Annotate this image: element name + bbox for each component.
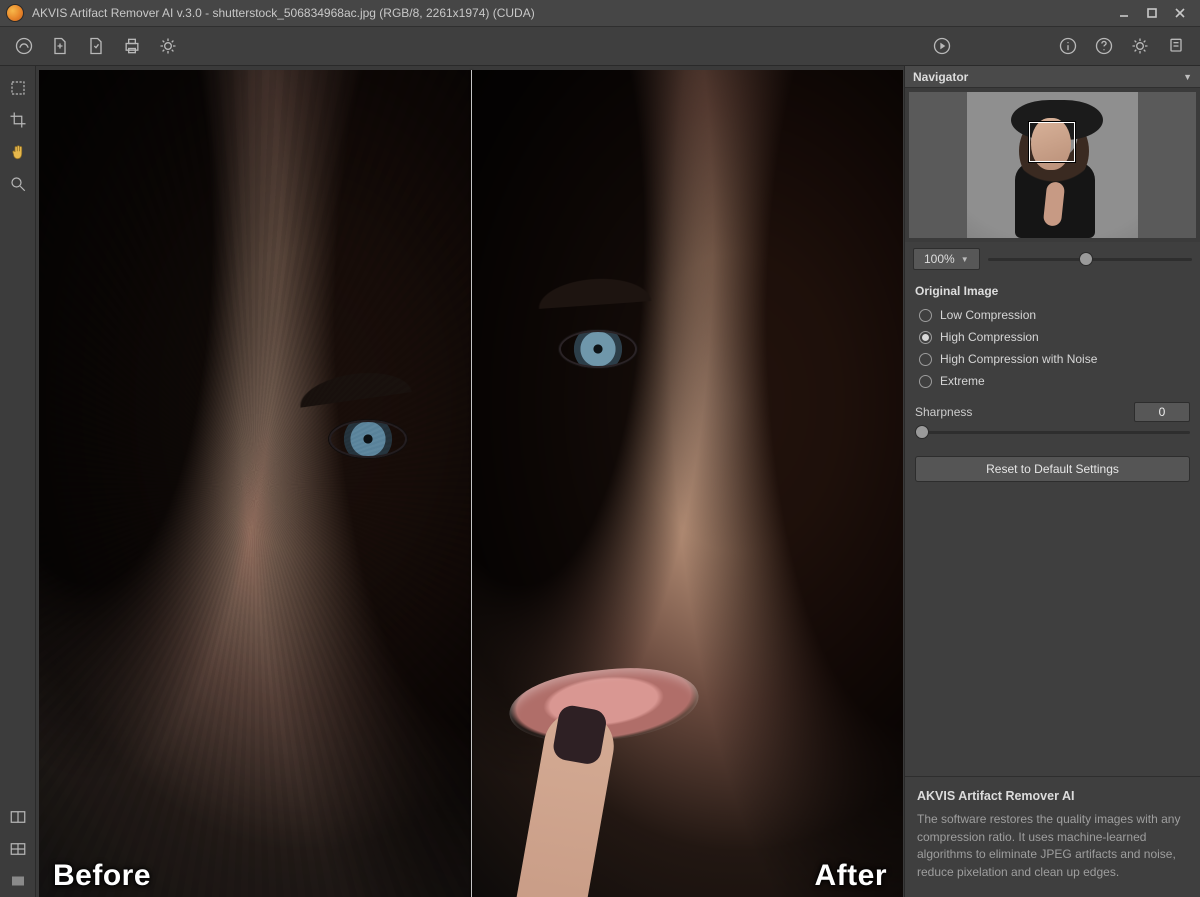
info-description: The software restores the quality images… — [917, 811, 1188, 881]
help-button[interactable] — [1088, 30, 1120, 62]
quick-preview-tool[interactable] — [4, 74, 32, 102]
compression-option[interactable]: Low Compression — [905, 304, 1200, 326]
run-button[interactable] — [926, 30, 958, 62]
compression-option-label: High Compression — [940, 330, 1039, 344]
compression-option[interactable]: Extreme — [905, 370, 1200, 392]
batch-button[interactable] — [152, 30, 184, 62]
home-button[interactable] — [8, 30, 40, 62]
reset-defaults-label: Reset to Default Settings — [986, 462, 1119, 476]
left-toolstrip — [0, 66, 36, 897]
radio-icon — [919, 375, 932, 388]
radio-icon — [919, 353, 932, 366]
compression-option[interactable]: High Compression — [905, 326, 1200, 348]
compression-section-title: Original Image — [905, 276, 1200, 304]
radio-icon — [919, 309, 932, 322]
close-button[interactable] — [1166, 3, 1194, 23]
compare-split-button[interactable] — [4, 803, 32, 831]
sharpness-value[interactable]: 0 — [1134, 402, 1190, 422]
compression-option-label: Extreme — [940, 374, 985, 388]
crop-tool[interactable] — [4, 106, 32, 134]
top-toolbar — [0, 26, 1200, 66]
before-label: Before — [53, 859, 151, 893]
minimize-button[interactable] — [1110, 3, 1138, 23]
reset-defaults-button[interactable]: Reset to Default Settings — [915, 456, 1190, 482]
chevron-down-icon: ▼ — [1183, 72, 1192, 82]
navigator-header[interactable]: Navigator ▼ — [905, 66, 1200, 88]
sharpness-slider[interactable] — [915, 424, 1190, 440]
title-bar: AKVIS Artifact Remover AI v.3.0 - shutte… — [0, 0, 1200, 26]
before-after-divider[interactable] — [471, 70, 472, 897]
window-title: AKVIS Artifact Remover AI v.3.0 - shutte… — [32, 6, 535, 20]
compression-option[interactable]: High Compression with Noise — [905, 348, 1200, 370]
zoom-slider[interactable] — [988, 251, 1192, 267]
chevron-down-icon: ▼ — [961, 255, 969, 264]
single-view-button[interactable] — [4, 867, 32, 895]
radio-icon — [919, 331, 932, 344]
info-panel: AKVIS Artifact Remover AI The software r… — [905, 776, 1200, 897]
navigator-preview[interactable] — [909, 92, 1196, 238]
settings-button[interactable] — [1124, 30, 1156, 62]
print-button[interactable] — [116, 30, 148, 62]
maximize-button[interactable] — [1138, 3, 1166, 23]
zoom-slider-thumb[interactable] — [1079, 252, 1093, 266]
right-panel: Navigator ▼ — [904, 66, 1200, 897]
zoom-value: 100% — [924, 252, 955, 266]
info-title: AKVIS Artifact Remover AI — [917, 789, 1188, 803]
app-logo-icon — [6, 4, 24, 22]
compare-mode-button[interactable] — [4, 835, 32, 863]
navigator-viewport-rect[interactable] — [1029, 122, 1075, 162]
sharpness-label: Sharpness — [915, 405, 972, 419]
info-button[interactable] — [1052, 30, 1084, 62]
save-file-button[interactable] — [80, 30, 112, 62]
navigator-title: Navigator — [913, 70, 968, 84]
notifications-button[interactable] — [1160, 30, 1192, 62]
after-label: After — [814, 859, 887, 893]
compression-option-label: Low Compression — [940, 308, 1036, 322]
zoom-dropdown[interactable]: 100% ▼ — [913, 248, 980, 270]
canvas-area[interactable]: Before After — [36, 66, 904, 897]
compression-option-label: High Compression with Noise — [940, 352, 1097, 366]
hand-tool[interactable] — [4, 138, 32, 166]
zoom-tool[interactable] — [4, 170, 32, 198]
sharpness-slider-thumb[interactable] — [915, 425, 929, 439]
open-file-button[interactable] — [44, 30, 76, 62]
